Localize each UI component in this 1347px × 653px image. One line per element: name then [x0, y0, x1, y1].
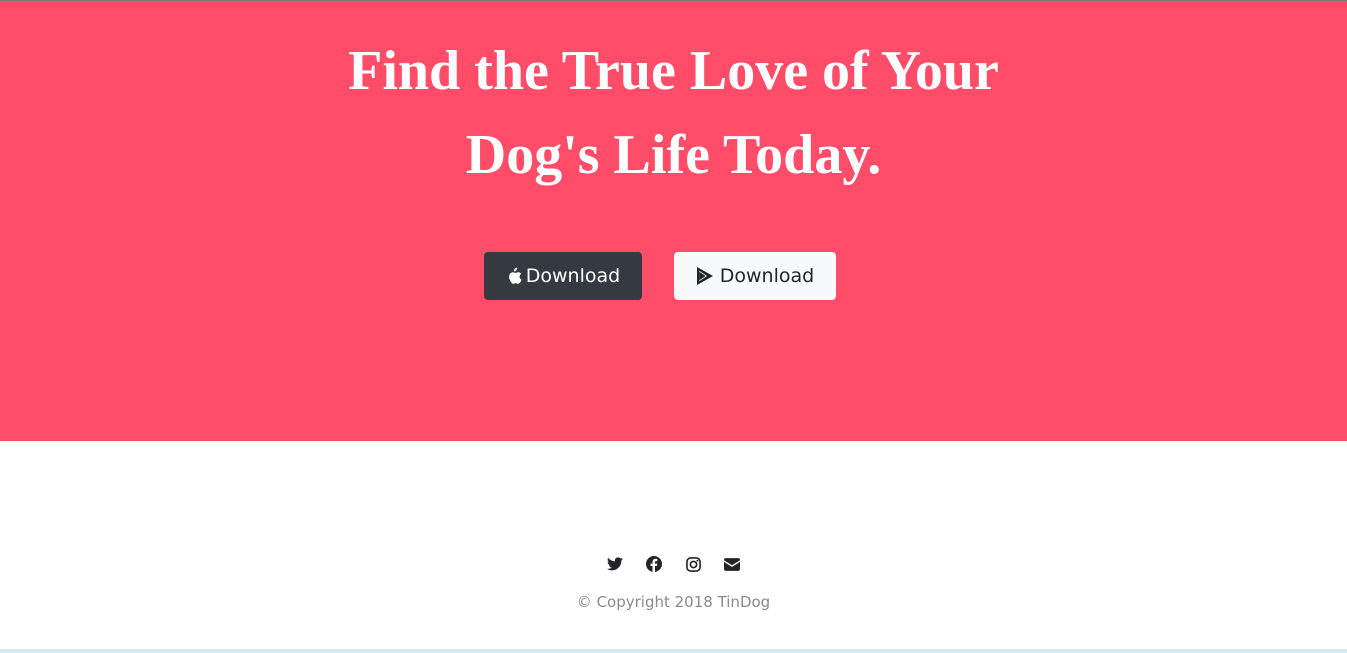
google-play-download-label: Download [719, 265, 815, 287]
facebook-icon[interactable] [645, 555, 663, 573]
hero-title: Find the True Love of Your Dog's Life To… [0, 29, 1347, 197]
apple-download-button[interactable]: Download [484, 252, 642, 300]
google-play-download-button[interactable]: Download [674, 252, 836, 300]
google-play-icon [696, 266, 714, 286]
apple-download-label: Download [525, 265, 621, 287]
instagram-icon[interactable] [684, 555, 702, 573]
copyright-text: © Copyright 2018 TinDog [576, 593, 771, 611]
bottom-bar [0, 649, 1347, 653]
social-icons [0, 555, 1347, 573]
apple-icon [506, 267, 522, 285]
hero-section: Find the True Love of Your Dog's Life To… [0, 1, 1347, 441]
envelope-icon[interactable] [723, 555, 741, 573]
twitter-icon[interactable] [606, 555, 624, 573]
hero-title-line-1: Find the True Love of Your [348, 40, 999, 102]
hero-title-line-2: Dog's Life Today. [465, 124, 882, 186]
